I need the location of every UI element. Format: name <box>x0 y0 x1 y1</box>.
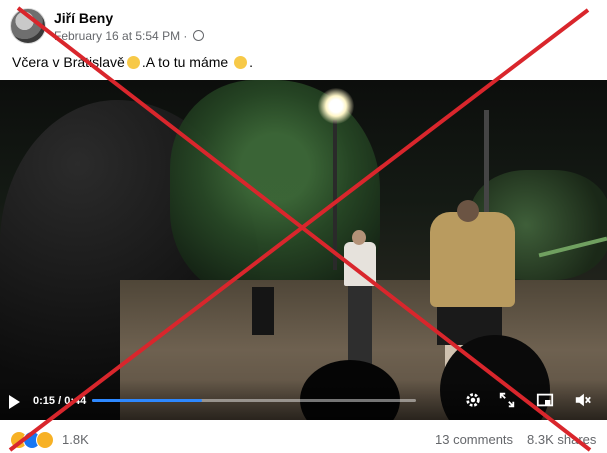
comments-count[interactable]: 13 comments <box>435 432 513 447</box>
globe-icon <box>192 30 204 41</box>
time-separator: / <box>58 395 62 407</box>
video-scene-bin <box>252 287 274 335</box>
meta-separator: · <box>183 29 191 43</box>
author-avatar[interactable] <box>10 8 46 44</box>
expand-icon[interactable] <box>498 391 516 409</box>
post-text-part2: .A to tu máme <box>141 54 229 70</box>
worried-face-emoji-icon <box>234 56 248 69</box>
reaction-count[interactable]: 1.8K <box>62 432 89 447</box>
post-date[interactable]: February 16 at 5:54 PM <box>54 29 180 43</box>
video-scene-lamp-pole <box>333 120 337 270</box>
anxious-face-emoji-icon <box>126 56 140 69</box>
post-footer: 1.8K 13 comments 8.3K shares <box>0 420 607 453</box>
wow-icon <box>36 431 54 449</box>
video-scene-street-lamp <box>318 88 354 124</box>
video-scene-person-white-shirt <box>340 230 380 370</box>
post-text: Včera v Bratislavě .A to tu máme . <box>12 54 253 70</box>
duration: 0:44 <box>64 395 87 407</box>
video-progress-fill <box>92 399 203 402</box>
volume-muted-icon[interactable] <box>574 391 592 409</box>
video-controls: 0:15 / 0:44 <box>0 380 607 420</box>
video-player[interactable]: 0:15 / 0:44 <box>0 80 607 420</box>
video-progress-bar[interactable] <box>92 399 416 402</box>
author-name[interactable]: Jiří Beny <box>54 10 113 26</box>
post-text-part1: Včera v Bratislavě <box>12 54 125 70</box>
post-timestamp[interactable]: February 16 at 5:54 PM · <box>54 29 204 43</box>
video-timecode: 0:15 / 0:44 <box>33 395 86 407</box>
settings-icon[interactable] <box>464 391 482 409</box>
current-time: 0:15 <box>33 395 56 407</box>
shares-count[interactable]: 8.3K shares <box>527 432 596 447</box>
post-text-end: . <box>249 54 253 70</box>
post-header: Jiří Beny February 16 at 5:54 PM · <box>10 8 570 48</box>
miniplayer-icon[interactable] <box>536 391 554 409</box>
play-icon[interactable] <box>9 395 20 409</box>
